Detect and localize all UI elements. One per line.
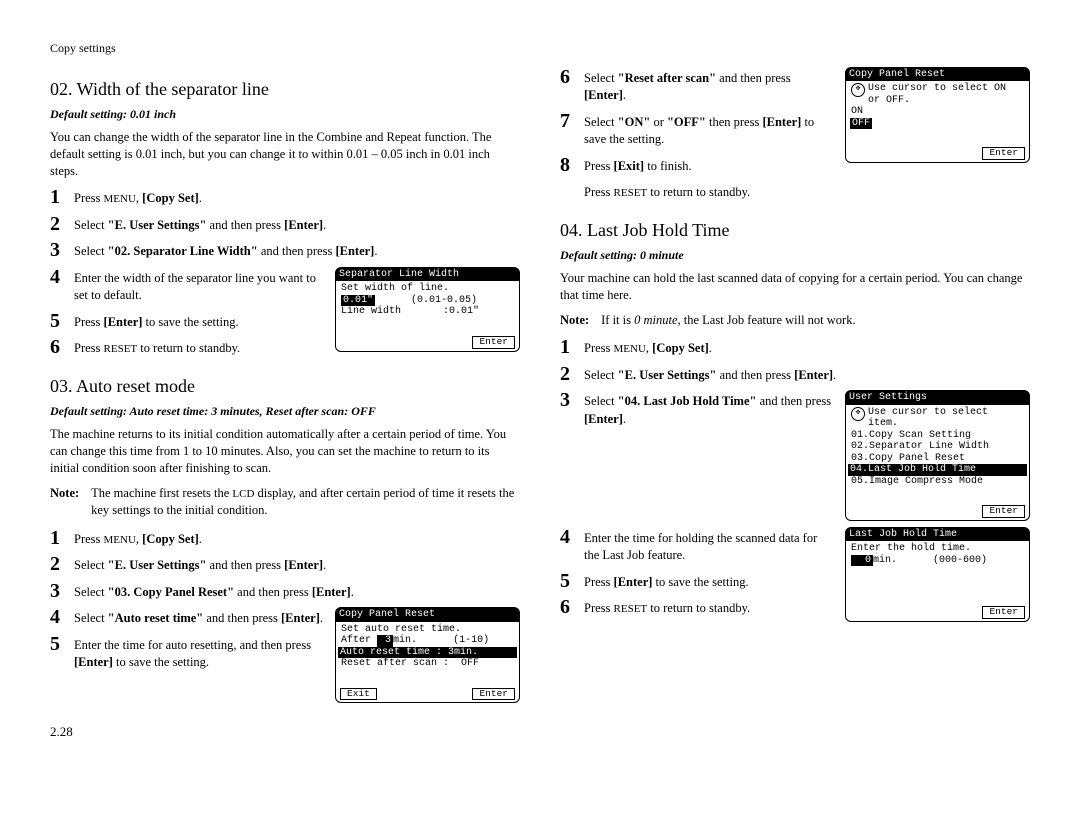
step-number: 4 [50, 607, 68, 627]
lcd-enter-btn: Enter [472, 336, 515, 349]
section-02-title: 02. Width of the separator line [50, 77, 520, 102]
s02-step3: 3 Select "02. Separator Line Width" and … [50, 240, 520, 261]
s02-step2: 2 Select "E. User Settings" and then pre… [50, 214, 520, 235]
section-04-default: Default setting: 0 minute [560, 247, 1030, 264]
step-number: 4 [560, 527, 578, 547]
lcd-enter-btn: Enter [982, 147, 1025, 160]
lcd-separator-width: Separator Line Width Set width of line. … [335, 267, 520, 352]
step-number: 5 [560, 571, 578, 591]
section-04-intro: Your machine can hold the last scanned d… [560, 270, 1030, 304]
page-body: 02. Width of the separator line Default … [50, 67, 1030, 742]
step-number: 4 [50, 267, 68, 287]
s03-step3: 3 Select "03. Copy Panel Reset" and then… [50, 581, 520, 602]
section-04-title: 04. Last Job Hold Time [560, 218, 1030, 243]
s04-step3-row: 3 Select "04. Last Job Hold Time" and th… [560, 390, 1030, 521]
step-number: 8 [560, 155, 578, 175]
step-number: 3 [50, 581, 68, 601]
lcd-last-job-hold: Last Job Hold Time Enter the hold time. … [845, 527, 1030, 622]
s04-step2: 2 Select "E. User Settings" and then pre… [560, 364, 1030, 385]
cursor-icon: ✥ [851, 407, 865, 421]
left-column: 02. Width of the separator line Default … [50, 67, 520, 742]
cursor-icon: ✥ [851, 83, 865, 97]
step-number: 2 [50, 554, 68, 574]
section-02-intro: You can change the width of the separato… [50, 129, 520, 180]
step-number: 6 [50, 337, 68, 357]
breadcrumb: Copy settings [50, 40, 1030, 57]
s02-step4-row: 4 Enter the width of the separator line … [50, 267, 520, 364]
s03-step6-row: 6 Select "Reset after scan" and then pre… [560, 67, 1030, 208]
step-number: 2 [50, 214, 68, 234]
lcd-enter-btn: Enter [982, 606, 1025, 619]
step-number: 2 [560, 364, 578, 384]
s03-step2: 2 Select "E. User Settings" and then pre… [50, 554, 520, 575]
lcd-enter-btn: Enter [472, 688, 515, 701]
step-number: 3 [50, 240, 68, 260]
section-03-note: Note: The machine first resets the LCD d… [50, 485, 520, 520]
page-number: 2.28 [50, 723, 520, 741]
s03-step1: 1 Press MENU, [Copy Set]. [50, 528, 520, 549]
step-number: 1 [50, 528, 68, 548]
lcd-user-settings: User Settings ✥ Use cursor to select ite… [845, 390, 1030, 521]
step-number: 6 [560, 67, 578, 87]
step-number: 1 [560, 337, 578, 357]
section-04-note: Note: If it is 0 minute, the Last Job fe… [560, 312, 1030, 330]
section-03-intro: The machine returns to its initial condi… [50, 426, 520, 477]
s02-step1: 1 Press MENU, [Copy Set]. [50, 187, 520, 208]
step-number: 6 [560, 597, 578, 617]
step-number: 5 [50, 634, 68, 654]
lcd-exit-btn: Exit [340, 688, 377, 701]
step-number: 3 [560, 390, 578, 410]
step-number: 5 [50, 311, 68, 331]
s04-step1: 1 Press MENU, [Copy Set]. [560, 337, 1030, 358]
section-03-default: Default setting: Auto reset time: 3 minu… [50, 403, 520, 420]
s03-step4-row: 4 Select "Auto reset time" and then pres… [50, 607, 520, 703]
s04-step4-row: 4 Enter the time for holding the scanned… [560, 527, 1030, 624]
lcd-copy-panel-reset-2: Copy Panel Reset ✥ Use cursor to select … [845, 67, 1030, 163]
lcd-enter-btn: Enter [982, 505, 1025, 518]
step-number: 1 [50, 187, 68, 207]
right-column: 6 Select "Reset after scan" and then pre… [560, 67, 1030, 742]
step-number: 7 [560, 111, 578, 131]
lcd-copy-panel-reset-1: Copy Panel Reset Set auto reset time. Af… [335, 607, 520, 703]
section-03-title: 03. Auto reset mode [50, 374, 520, 399]
section-02-default: Default setting: 0.01 inch [50, 106, 520, 123]
step-spacer [560, 181, 578, 201]
